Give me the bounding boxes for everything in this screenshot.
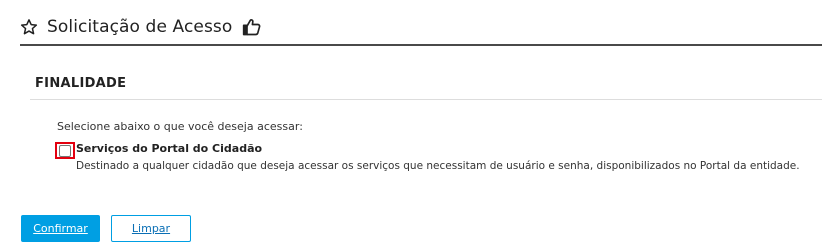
section-divider — [30, 99, 822, 100]
header-divider — [20, 44, 822, 46]
confirm-button[interactable]: Confirmar — [21, 215, 100, 242]
thumbs-up-icon[interactable] — [242, 17, 262, 37]
instructions-text: Selecione abaixo o que você deseja acess… — [57, 120, 303, 133]
portal-cidadao-checkbox[interactable] — [55, 142, 75, 159]
section-title: FINALIDADE — [35, 76, 127, 91]
page-title: Solicitação de Acesso — [47, 17, 233, 37]
page-header: Solicitação de Acesso — [20, 13, 262, 41]
option-description: Destinado a qualquer cidadão que deseja … — [76, 160, 800, 172]
checkbox-box[interactable] — [59, 144, 71, 157]
clear-button[interactable]: Limpar — [111, 215, 191, 242]
star-icon[interactable] — [20, 18, 38, 36]
option-label[interactable]: Serviços do Portal do Cidadão — [76, 142, 262, 156]
